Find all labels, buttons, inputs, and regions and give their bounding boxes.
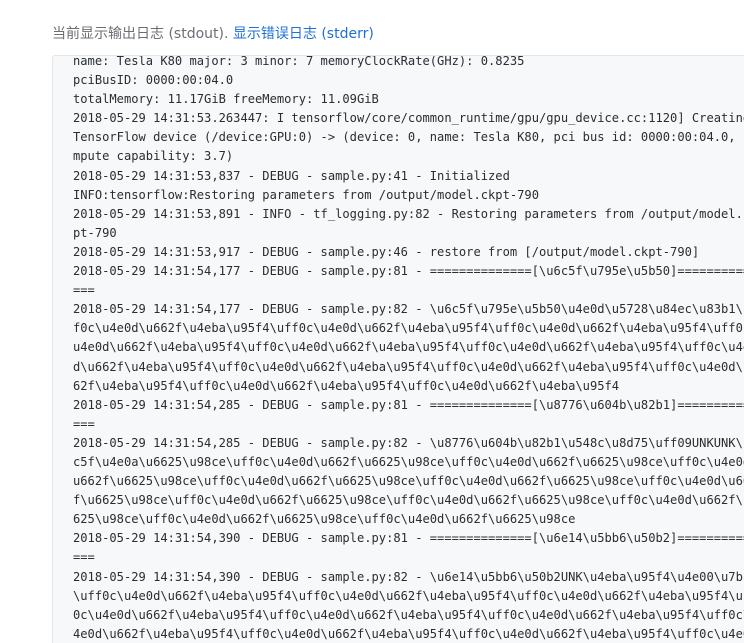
log-line: pt-790 xyxy=(73,225,117,240)
log-line: 2018-05-29 14:31:53,891 - INFO - tf_logg… xyxy=(73,206,744,221)
log-output-panel[interactable]: name: Tesla K80 major: 3 minor: 7 memory… xyxy=(52,55,744,643)
log-line: pciBusID: 0000:00:04.0 xyxy=(73,73,234,88)
log-line: u4e0d\u662f\u4eba\u95f4\uff0c\u4e0d\u662… xyxy=(73,340,744,355)
log-line: INFO:tensorflow:Restoring parameters fro… xyxy=(73,187,539,202)
current-log-label: 当前显示输出日志 (stdout). xyxy=(52,26,233,42)
log-line: mpute capability: 3.7) xyxy=(73,149,234,164)
log-line: u662f\u6625\u98ce\uff0c\u4e0d\u662f\u662… xyxy=(73,474,744,489)
log-line: 625\u98ce\uff0c\u4e0d\u662f\u6625\u98ce\… xyxy=(73,512,576,527)
log-line: 2018-05-29 14:31:54,390 - DEBUG - sample… xyxy=(73,531,744,546)
log-line: name: Tesla K80 major: 3 minor: 7 memory… xyxy=(73,55,525,68)
log-line: === xyxy=(73,550,95,565)
log-line: f\u6625\u98ce\uff0c\u4e0d\u662f\u6625\u9… xyxy=(73,493,744,508)
log-line: 2018-05-29 14:31:54,285 - DEBUG - sample… xyxy=(73,397,744,412)
show-stderr-link[interactable]: 显示错误日志 (stderr) xyxy=(233,26,374,42)
log-line: d\u662f\u4eba\u95f4\uff0c\u4e0d\u662f\u4… xyxy=(73,359,744,374)
log-line: 2018-05-29 14:31:53.263447: I tensorflow… xyxy=(73,111,744,126)
log-line: TensorFlow device (/device:GPU:0) -> (de… xyxy=(73,130,744,145)
log-line: f0c\u4e0d\u662f\u4eba\u95f4\uff0c\u4e0d\… xyxy=(73,321,744,336)
log-line: === xyxy=(73,416,95,431)
log-line: c5f\u4e0a\u6625\u98ce\uff0c\u4e0d\u662f\… xyxy=(73,454,744,469)
log-line: 62f\u4eba\u95f4\uff0c\u4e0d\u662f\u4eba\… xyxy=(73,378,620,393)
log-line: 2018-05-29 14:31:54,177 - DEBUG - sample… xyxy=(73,264,744,279)
log-line: \uff0c\u4e0d\u662f\u4eba\u95f4\uff0c\u4e… xyxy=(73,588,744,603)
log-line: 2018-05-29 14:31:54,177 - DEBUG - sample… xyxy=(73,302,744,317)
log-line: 4e0d\u662f\u4eba\u95f4\uff0c\u4e0d\u662f… xyxy=(73,626,744,641)
log-line: 2018-05-29 14:31:54,390 - DEBUG - sample… xyxy=(73,569,744,584)
log-line: 2018-05-29 14:31:54,285 - DEBUG - sample… xyxy=(73,435,744,450)
log-line: 0c\u4e0d\u662f\u4eba\u95f4\uff0c\u4e0d\u… xyxy=(73,607,744,622)
log-line: 2018-05-29 14:31:53,837 - DEBUG - sample… xyxy=(73,168,510,183)
log-output-text: name: Tesla K80 major: 3 minor: 7 memory… xyxy=(73,55,744,643)
log-line: 2018-05-29 14:31:53,917 - DEBUG - sample… xyxy=(73,244,700,259)
log-source-header: 当前显示输出日志 (stdout). 显示错误日志 (stderr) xyxy=(52,23,374,43)
log-line: === xyxy=(73,283,95,298)
log-line: totalMemory: 11.17GiB freeMemory: 11.09G… xyxy=(73,92,379,107)
